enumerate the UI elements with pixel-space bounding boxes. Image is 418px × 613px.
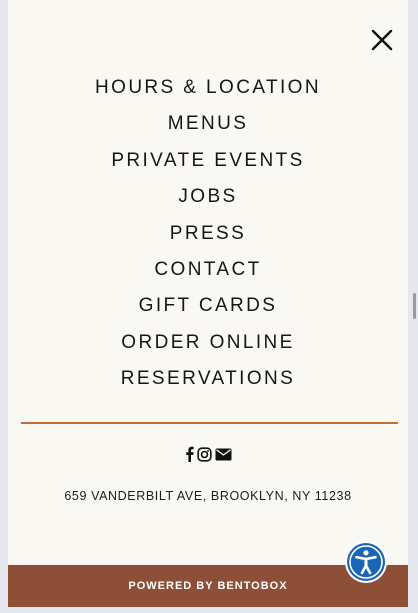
social-links: [8, 444, 408, 464]
email-icon: [215, 448, 231, 460]
navigation-overlay: HOURS & LOCATION MENUS PRIVATE EVENTS JO…: [8, 0, 408, 613]
accessibility-button[interactable]: [344, 540, 388, 584]
instagram-icon: [196, 446, 212, 462]
accessibility-icon: [345, 541, 387, 583]
page-background-strip: [0, 607, 418, 613]
instagram-link[interactable]: [196, 446, 212, 462]
close-menu-button[interactable]: [370, 28, 394, 52]
nav-item-hours-location[interactable]: HOURS & LOCATION: [95, 70, 321, 106]
close-icon: [371, 29, 393, 51]
powered-by-link[interactable]: POWERED BY BENTOBOX: [128, 580, 287, 592]
facebook-icon: [185, 446, 194, 462]
section-divider: [21, 422, 398, 424]
nav-item-gift-cards[interactable]: GIFT CARDS: [139, 288, 278, 324]
address-text: 659 VANDERBILT AVE, BROOKLYN, NY 11238: [64, 489, 352, 503]
nav-item-order-online[interactable]: ORDER ONLINE: [121, 325, 294, 361]
nav-item-jobs[interactable]: JOBS: [178, 179, 237, 215]
nav-item-reservations[interactable]: RESERVATIONS: [121, 361, 296, 397]
scrollbar-thumb[interactable]: [413, 293, 416, 319]
nav-item-menus[interactable]: MENUS: [168, 106, 249, 142]
main-nav: HOURS & LOCATION MENUS PRIVATE EVENTS JO…: [8, 70, 408, 398]
facebook-link[interactable]: [185, 446, 194, 462]
nav-item-private-events[interactable]: PRIVATE EVENTS: [111, 143, 304, 179]
email-link[interactable]: [215, 448, 232, 461]
nav-item-contact[interactable]: CONTACT: [154, 252, 261, 288]
nav-item-press[interactable]: PRESS: [170, 216, 246, 252]
